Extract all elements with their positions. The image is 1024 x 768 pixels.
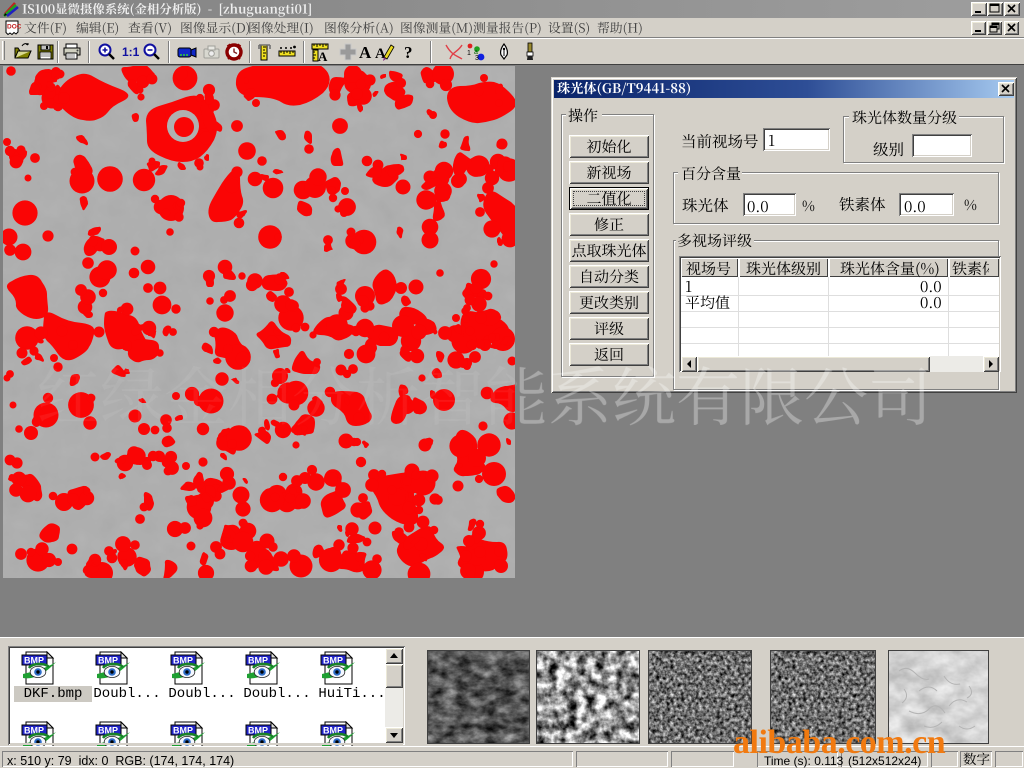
svg-text:DOC: DOC [7,24,21,31]
svg-text:3: 3 [475,55,479,62]
svg-text:A: A [318,49,328,62]
svg-text:?: ? [404,43,413,62]
svg-text:1: 1 [467,50,471,57]
svg-text:A: A [359,43,372,62]
svg-text:1:1: 1:1 [122,45,140,59]
